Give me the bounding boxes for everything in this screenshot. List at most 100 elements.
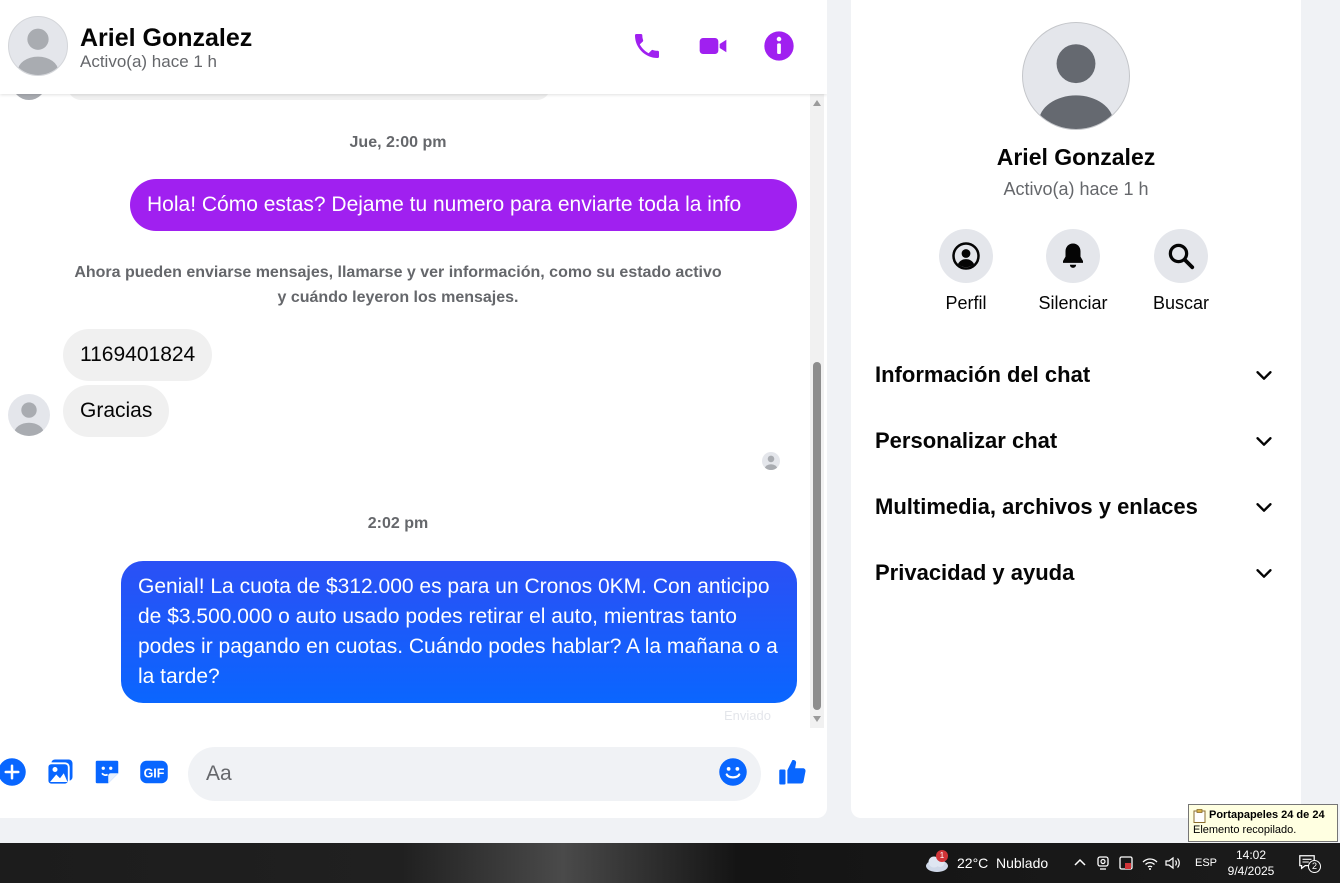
clipboard-tray-button[interactable] <box>1117 843 1135 883</box>
weather-badge: 1 <box>936 850 948 862</box>
default-avatar-icon <box>764 455 778 470</box>
video-camera-icon <box>699 38 727 54</box>
info-contact-name: Ariel Gonzalez <box>996 144 1156 170</box>
mute-action-label: Silenciar <box>1038 293 1108 313</box>
chevron-down-icon <box>1256 371 1272 380</box>
default-avatar-icon <box>14 402 44 436</box>
weather-text[interactable]: Nublado <box>996 843 1048 883</box>
webcam-icon <box>1097 856 1109 870</box>
chevron-down-icon <box>1256 503 1272 512</box>
scrollbar-thumb[interactable] <box>813 362 821 710</box>
thumbs-up-icon <box>779 759 806 785</box>
mute-action-button[interactable]: Silenciar <box>1023 229 1123 314</box>
sticker-button[interactable] <box>91 756 123 788</box>
section-label: Personalizar chat <box>875 428 1058 453</box>
contact-name[interactable]: Ariel Gonzalez <box>80 24 252 53</box>
plus-circle-icon <box>0 758 26 786</box>
clock-date: 9/4/2025 <box>1227 864 1275 878</box>
contact-avatar[interactable] <box>8 16 68 76</box>
section-chat-info[interactable]: Información del chat <box>875 355 1275 395</box>
mute-action-circle[interactable] <box>1046 229 1100 283</box>
network-tray-button[interactable] <box>1141 843 1159 883</box>
sticker-icon <box>95 760 119 784</box>
clipboard-title-text: Portapapeles 24 de 24 <box>1209 809 1325 821</box>
clipboard-icon <box>1193 808 1206 823</box>
contact-status: Activo(a) hace 1 h <box>80 52 218 71</box>
message-timestamp: Jue, 2:00 pm <box>349 134 447 151</box>
sent-status: Enviado <box>724 708 771 723</box>
contact-avatar-small[interactable] <box>8 394 50 436</box>
clipboard-tooltip-body: Elemento recopilado. <box>1193 824 1297 836</box>
clipboard-tray-icon <box>1119 856 1133 870</box>
notification-center-button[interactable]: 2 <box>1298 843 1321 883</box>
volume-tray-button[interactable] <box>1164 843 1182 883</box>
info-icon <box>764 31 794 61</box>
message-composer: GIF <box>0 738 827 810</box>
meet-now-tray-button[interactable] <box>1094 843 1112 883</box>
message-list[interactable]: Jue, 2:00 pm Hola! Cómo estas? Dejame tu… <box>0 94 810 728</box>
profile-action-label: Perfil <box>945 293 987 313</box>
speaker-icon <box>1165 856 1180 870</box>
message-bubble-incoming[interactable] <box>68 94 550 100</box>
show-hidden-icons-button[interactable] <box>1071 843 1089 883</box>
section-label: Multimedia, archivos y enlaces <box>875 494 1198 519</box>
clock-time: 14:02 <box>1235 848 1267 862</box>
system-clock[interactable]: 14:02 9/4/2025 <box>1218 847 1284 879</box>
temperature-text[interactable]: 22°C <box>957 843 988 883</box>
scroll-up-arrow-icon[interactable] <box>813 100 821 106</box>
gif-button[interactable]: GIF <box>138 756 170 788</box>
profile-icon <box>952 242 980 270</box>
svg-text:GIF: GIF <box>144 767 165 781</box>
wifi-icon <box>1142 858 1158 870</box>
bell-icon <box>1063 243 1083 268</box>
weather-widget[interactable]: 1 <box>924 843 950 883</box>
chat-header: Ariel Gonzalez Activo(a) hace 1 h <box>0 0 827 94</box>
default-avatar-icon <box>17 28 59 75</box>
message-bubble-incoming[interactable]: Gracias <box>63 385 170 437</box>
message-bubble-outgoing[interactable]: Genial! La cuota de $312.000 es para un … <box>121 561 797 703</box>
chevron-down-icon <box>1256 569 1272 578</box>
system-notice: Ahora pueden enviarse mensajes, llamarse… <box>0 260 796 310</box>
message-bubble-incoming[interactable]: 1169401824 <box>63 329 213 381</box>
profile-action-circle[interactable] <box>939 229 993 283</box>
message-timestamp: 2:02 pm <box>367 515 429 532</box>
input-language-indicator[interactable]: ESP <box>1195 843 1217 883</box>
attach-photo-button[interactable] <box>44 756 76 788</box>
info-contact-status: Activo(a) hace 1 h <box>1003 179 1149 199</box>
contact-profile-avatar[interactable] <box>1022 22 1130 130</box>
search-action-label: Buscar <box>1152 293 1210 313</box>
emoji-button[interactable] <box>717 756 749 788</box>
gif-icon: GIF <box>140 760 168 784</box>
message-input[interactable] <box>188 747 761 801</box>
video-call-button[interactable] <box>695 28 731 64</box>
phone-icon <box>635 34 659 58</box>
notification-count-badge: 2 <box>1308 860 1321 873</box>
send-like-button[interactable] <box>777 756 809 788</box>
message-scrollbar[interactable] <box>810 94 824 728</box>
message-bubble-outgoing[interactable]: Hola! Cómo estas? Dejame tu numero para … <box>130 179 797 231</box>
photo-icon <box>46 759 73 786</box>
cloud-icon: 1 <box>924 850 950 873</box>
notification-icon: 2 <box>1298 853 1321 873</box>
section-privacy-support[interactable]: Privacidad y ayuda <box>875 553 1275 593</box>
clipboard-tooltip: Portapapeles 24 de 24 Elemento recopilad… <box>1188 804 1338 842</box>
section-label: Información del chat <box>875 362 1091 387</box>
voice-call-button[interactable] <box>629 28 665 64</box>
system-notice-text: Ahora pueden enviarse mensajes, llamarse… <box>74 264 722 306</box>
profile-action-button[interactable]: Perfil <box>916 229 1016 314</box>
chat-panel: Ariel Gonzalez Activo(a) hace 1 h Jue, 2… <box>0 0 827 818</box>
scroll-down-arrow-icon[interactable] <box>813 716 821 722</box>
section-media-files-links[interactable]: Multimedia, archivos y enlaces <box>875 487 1275 527</box>
search-icon <box>1168 243 1195 270</box>
conversation-info-panel: Ariel Gonzalez Activo(a) hace 1 h Perfil… <box>851 0 1301 818</box>
contact-avatar-small <box>12 94 46 100</box>
chevron-up-icon <box>1074 858 1086 866</box>
more-actions-button[interactable] <box>0 756 28 788</box>
clipboard-tooltip-title: Portapapeles 24 de 24 <box>1193 808 1333 823</box>
chevron-down-icon <box>1256 437 1272 446</box>
search-action-circle[interactable] <box>1154 229 1208 283</box>
section-customize-chat[interactable]: Personalizar chat <box>875 421 1275 461</box>
search-action-button[interactable]: Buscar <box>1131 229 1231 314</box>
emoji-icon <box>719 758 747 786</box>
conversation-info-button[interactable] <box>761 28 797 64</box>
